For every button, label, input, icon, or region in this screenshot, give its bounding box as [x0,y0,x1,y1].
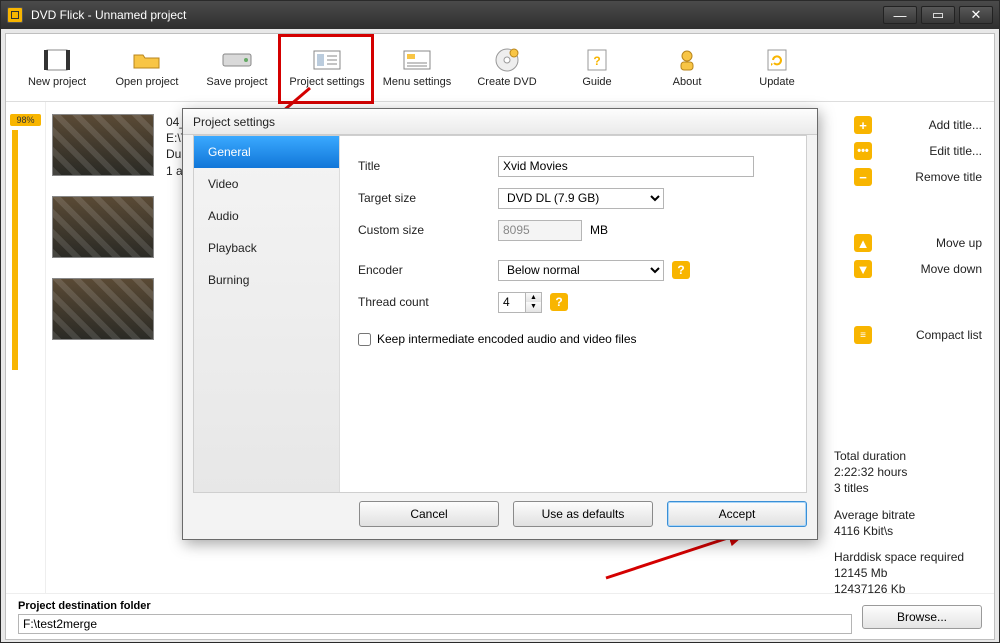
tab-video[interactable]: Video [194,168,339,200]
tab-playback[interactable]: Playback [194,232,339,264]
accept-button[interactable]: Accept [667,501,807,527]
add-title-button[interactable]: +Add title... [834,112,982,138]
project-settings-button[interactable]: Project settings [282,38,372,98]
thumbnail-column [46,102,166,593]
destination-bar: Project destination folder Browse... [6,593,994,639]
move-down-button[interactable]: ▼Move down [834,256,982,282]
app-window: DVD Flick - Unnamed project — ▭ ✕ New pr… [0,0,1000,643]
encoder-help-icon[interactable]: ? [672,261,690,279]
destination-label: Project destination folder [18,600,852,612]
settings-panel-icon [311,48,343,72]
arrow-up-icon: ▲ [854,234,872,252]
project-settings-dialog: Project settings General Video Audio Pla… [182,108,818,540]
app-icon [7,7,23,23]
toolbar-label: Open project [116,76,179,88]
toolbar-label: About [673,76,702,88]
title-thumbnail[interactable] [52,114,154,176]
arrow-down-icon: ▼ [854,260,872,278]
open-project-button[interactable]: Open project [102,38,192,98]
info-user-icon [671,48,703,72]
move-up-button[interactable]: ▲Move up [834,230,982,256]
window-maximize-button[interactable]: ▭ [921,6,955,24]
disc-gear-icon [491,48,523,72]
toolbar-label: Update [759,76,794,88]
update-doc-icon [761,48,793,72]
compact-list-button[interactable]: ≡Compact list [834,322,982,348]
guide-button[interactable]: ? Guide [552,38,642,98]
dialog-tabs: General Video Audio Playback Burning [194,136,340,492]
browse-button[interactable]: Browse... [862,605,982,629]
encoder-label: Encoder [358,263,498,277]
side-actions: +Add title... •••Edit title... −Remove t… [834,102,994,593]
custom-size-input [498,220,582,241]
title-thumbnail[interactable] [52,278,154,340]
title-field-label: Title [358,159,498,173]
folder-open-icon [131,48,163,72]
stat-bitrate-value: 4116 Kbit\s [834,523,982,539]
custom-size-unit: MB [590,223,608,237]
about-button[interactable]: About [642,38,732,98]
stat-bitrate-label: Average bitrate [834,507,982,523]
app-content: New project Open project Save project Pr… [5,33,995,640]
stat-title-count: 3 titles [834,480,982,496]
title-thumbnail[interactable] [52,196,154,258]
toolbar-label: Menu settings [383,76,451,88]
help-doc-icon: ? [581,48,613,72]
filmstrip-icon [41,48,73,72]
plus-icon: + [854,116,872,134]
progress-sidebar: 98% [6,102,46,593]
window-titlebar: DVD Flick - Unnamed project — ▭ ✕ [1,1,999,29]
toolbar-label: Project settings [289,76,364,88]
window-title: DVD Flick - Unnamed project [31,8,883,22]
menu-settings-button[interactable]: Menu settings [372,38,462,98]
save-project-button[interactable]: Save project [192,38,282,98]
custom-size-label: Custom size [358,223,498,237]
encoder-select[interactable]: Below normal [498,260,664,281]
progress-percent: 98% [10,114,41,126]
stat-harddisk-mb: 12145 Mb [834,565,982,581]
create-dvd-button[interactable]: Create DVD [462,38,552,98]
project-stats: Total duration 2:22:32 hours 3 titles Av… [834,448,982,598]
thread-count-input[interactable] [498,292,526,313]
svg-text:?: ? [593,54,600,68]
dots-icon: ••• [854,142,872,160]
stat-duration-label: Total duration [834,448,982,464]
drive-icon [221,48,253,72]
title-field-input[interactable] [498,156,754,177]
chevron-down-icon[interactable]: ▼ [526,302,541,312]
destination-input[interactable] [18,614,852,634]
chevron-up-icon[interactable]: ▲ [526,293,541,303]
toolbar-label: New project [28,76,86,88]
edit-title-button[interactable]: •••Edit title... [834,138,982,164]
stat-duration-value: 2:22:32 hours [834,464,982,480]
new-project-button[interactable]: New project [12,38,102,98]
toolbar-label: Save project [206,76,267,88]
remove-title-button[interactable]: −Remove title [834,164,982,190]
list-icon: ≡ [854,326,872,344]
thread-count-spinner[interactable]: ▲▼ [526,292,542,313]
target-size-label: Target size [358,191,498,205]
use-as-defaults-button[interactable]: Use as defaults [513,501,653,527]
toolbar-label: Guide [582,76,611,88]
progress-bar [12,130,18,370]
menu-settings-icon [401,48,433,72]
stat-harddisk-label: Harddisk space required [834,549,982,565]
toolbar-label: Create DVD [477,76,536,88]
tab-general[interactable]: General [194,136,339,168]
cancel-button[interactable]: Cancel [359,501,499,527]
target-size-select[interactable]: DVD DL (7.9 GB) [498,188,664,209]
main-toolbar: New project Open project Save project Pr… [6,34,994,102]
update-button[interactable]: Update [732,38,822,98]
thread-count-label: Thread count [358,295,498,309]
keep-intermediate-label: Keep intermediate encoded audio and vide… [377,332,637,346]
dialog-title: Project settings [183,109,817,135]
tab-audio[interactable]: Audio [194,200,339,232]
thread-help-icon[interactable]: ? [550,293,568,311]
window-minimize-button[interactable]: — [883,6,917,24]
keep-intermediate-checkbox[interactable] [358,333,371,346]
minus-icon: − [854,168,872,186]
window-close-button[interactable]: ✕ [959,6,993,24]
dialog-form: Title Target size DVD DL (7.9 GB) Custom… [340,136,806,492]
tab-burning[interactable]: Burning [194,264,339,296]
